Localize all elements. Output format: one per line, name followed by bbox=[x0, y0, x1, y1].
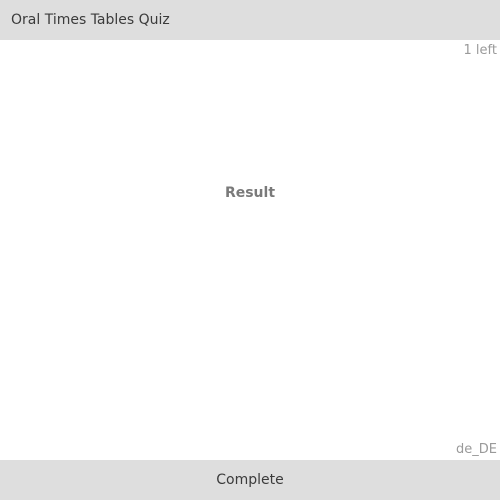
locale-label: de_DE bbox=[456, 442, 497, 457]
quiz-area: 1 left Result de_DE bbox=[0, 40, 500, 460]
result-label: Result bbox=[224, 185, 276, 201]
remaining-count: 1 left bbox=[463, 43, 497, 58]
complete-button[interactable]: Complete bbox=[0, 460, 500, 500]
app-header: Oral Times Tables Quiz bbox=[0, 0, 500, 40]
app-title: Oral Times Tables Quiz bbox=[11, 12, 170, 28]
